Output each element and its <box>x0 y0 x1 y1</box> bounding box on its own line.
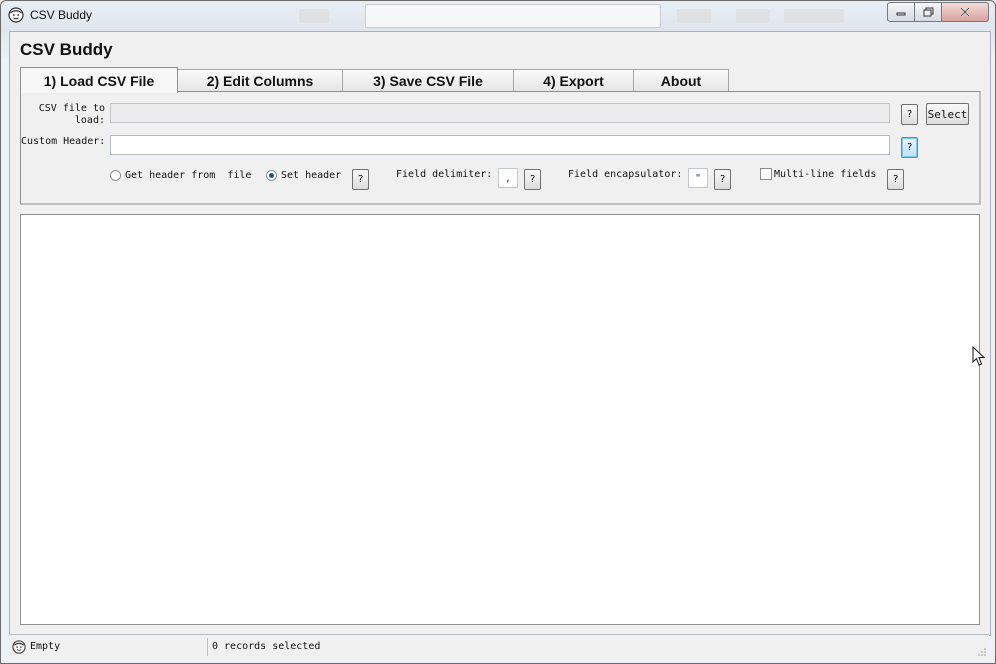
tab-export[interactable]: 4) Export <box>513 69 634 91</box>
set-header-label[interactable]: Set header <box>281 170 341 181</box>
face-icon <box>12 640 26 654</box>
field-encapsulator-label: Field encapsulator: <box>568 169 683 180</box>
tab-edit-columns[interactable]: 2) Edit Columns <box>177 69 343 91</box>
tab-about[interactable]: About <box>633 69 729 91</box>
field-delimiter-help-button[interactable]: ? <box>524 169 541 190</box>
custom-header-input[interactable] <box>110 135 890 155</box>
tab-load-csv-file[interactable]: 1) Load CSV File <box>20 67 178 93</box>
field-encapsulator-help-button[interactable]: ? <box>714 169 731 190</box>
tab-save-csv-file[interactable]: 3) Save CSV File <box>342 69 514 91</box>
face-icon <box>8 7 24 23</box>
csv-file-path-field[interactable] <box>110 103 890 123</box>
csv-file-label: CSV file to load: <box>35 103 105 127</box>
status-bar: Empty 0 records selected <box>9 634 989 659</box>
csv-file-label-line2: load: <box>74 115 105 126</box>
title-bar[interactable]: CSV Buddy <box>1 1 995 31</box>
maximize-button[interactable] <box>914 2 942 22</box>
multiline-fields-help-button[interactable]: ? <box>887 169 904 190</box>
custom-header-help-button[interactable]: ? <box>901 137 918 158</box>
field-delimiter-label: Field delimiter: <box>396 169 493 180</box>
background-artifact <box>299 9 329 23</box>
csv-file-help-button[interactable]: ? <box>901 104 918 125</box>
select-file-button[interactable]: Select <box>926 103 969 125</box>
close-button[interactable] <box>941 2 989 22</box>
client-area: CSV Buddy 1) Load CSV File 2) Edit Colum… <box>9 31 991 636</box>
background-artifact <box>784 9 844 23</box>
header-from-file-label[interactable]: Get header from file <box>125 170 251 181</box>
records-list[interactable] <box>20 214 980 625</box>
close-icon <box>960 7 970 17</box>
header-mode-help-button[interactable]: ? <box>352 169 369 190</box>
mouse-pointer-icon <box>972 346 986 366</box>
multiline-fields-label[interactable]: Multi-line fields <box>774 169 876 180</box>
background-artifact <box>677 9 711 23</box>
app-window: CSV Buddy CSV Buddy 1) Load CSV File 2) … <box>0 0 996 664</box>
maximize-icon <box>923 7 933 17</box>
multiline-fields-checkbox[interactable] <box>760 168 772 180</box>
csv-file-label-line1: CSV file to <box>38 103 105 114</box>
set-header-radio[interactable] <box>266 170 277 181</box>
status-records-text: 0 records selected <box>212 641 321 652</box>
window-title: CSV Buddy <box>30 8 93 22</box>
field-delimiter-input[interactable]: , <box>498 168 518 188</box>
background-artifact <box>365 4 661 28</box>
status-divider <box>207 638 208 656</box>
minimize-button[interactable] <box>887 2 915 22</box>
header-from-file-radio[interactable] <box>110 170 121 181</box>
status-file-text: Empty <box>30 641 61 652</box>
resize-grip-icon[interactable] <box>978 648 986 656</box>
custom-header-label: Custom Header: <box>21 136 106 147</box>
background-artifact <box>736 9 770 23</box>
load-csv-panel: CSV file to load: ? Select Custom Header… <box>20 91 981 205</box>
field-encapsulator-input[interactable]: " <box>688 168 708 188</box>
minimize-icon <box>896 12 906 16</box>
app-heading: CSV Buddy <box>20 40 113 59</box>
